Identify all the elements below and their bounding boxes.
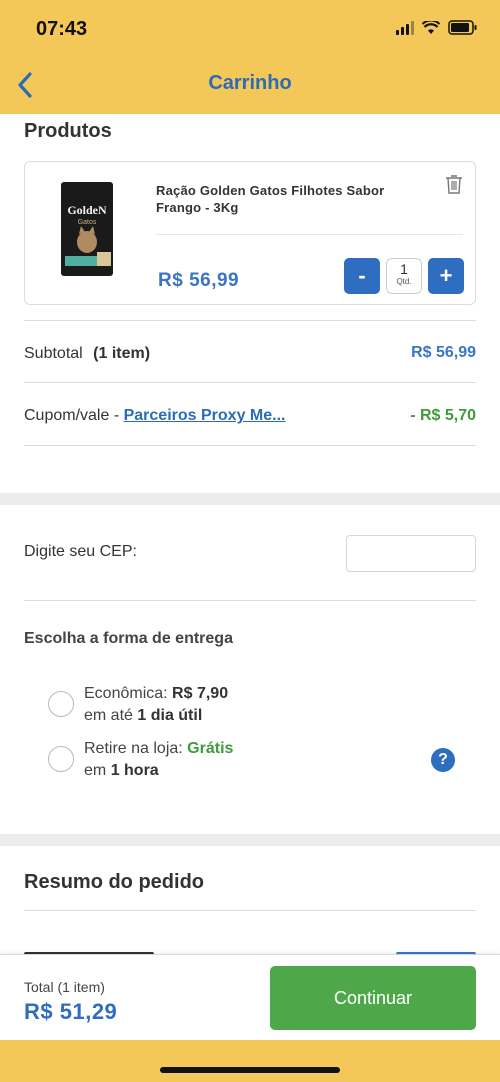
delete-item-button[interactable] — [445, 174, 463, 194]
coupon-label: Cupom/vale - — [24, 407, 120, 424]
home-indicator[interactable] — [160, 1067, 340, 1073]
quantity-value: 1 — [400, 261, 408, 277]
coupon-row: Cupom/vale - Parceiros Proxy Me... — [24, 407, 285, 425]
total-value: R$ 51,29 — [24, 999, 118, 1024]
status-bar: 07:43 — [0, 0, 500, 58]
delivery-option-price: R$ 7,90 — [172, 685, 229, 702]
divider — [24, 320, 476, 321]
delivery-economica-radio[interactable] — [48, 691, 74, 717]
delivery-option-time-prefix: em — [84, 762, 107, 779]
subtotal-row: Subtotal (1 item) — [24, 345, 150, 363]
product-card: GoldeN Gatos Ração Golden Gatos Filhotes… — [24, 161, 476, 305]
divider — [156, 234, 463, 235]
coupon-discount-value: - R$ 5,70 — [410, 407, 476, 424]
delivery-option-time: 1 hora — [110, 762, 159, 779]
page-title: Carrinho — [208, 72, 292, 94]
subtotal-count: (1 item) — [93, 345, 151, 362]
help-icon[interactable]: ? — [431, 748, 455, 772]
divider — [24, 382, 476, 383]
status-icons — [396, 20, 478, 35]
divider — [24, 445, 476, 446]
nav-bar: Carrinho — [0, 58, 500, 114]
delivery-option-time: 1 dia útil — [137, 707, 203, 724]
status-time: 07:43 — [36, 18, 88, 40]
battery-icon — [448, 20, 477, 35]
divider — [24, 600, 476, 601]
delivery-option-time-prefix: em até — [84, 707, 133, 724]
delivery-option-price: Grátis — [187, 740, 234, 757]
decrease-quantity-button[interactable]: - — [344, 258, 380, 294]
trash-icon — [446, 175, 462, 194]
quantity-label: Qtd. — [396, 277, 412, 286]
product-name[interactable]: Ração Golden Gatos Filhotes Sabor Frango… — [156, 182, 406, 216]
continue-button[interactable]: Continuar — [270, 966, 476, 1030]
cart-content[interactable]: Produtos GoldeN Gatos Ração Golden Gatos… — [0, 114, 500, 954]
product-image: GoldeN Gatos — [61, 182, 113, 276]
delivery-pickup-radio[interactable] — [48, 746, 74, 772]
subtotal-value: R$ 56,99 — [411, 344, 476, 361]
divider — [24, 910, 476, 911]
products-section-title: Produtos — [24, 120, 112, 142]
quantity-field[interactable]: 1 Qtd. — [386, 258, 422, 294]
increase-quantity-button[interactable]: + — [428, 258, 464, 294]
subtotal-label: Subtotal — [24, 345, 83, 362]
product-image-brand: GoldeN — [67, 203, 107, 217]
cep-label: Digite seu CEP: — [24, 543, 137, 560]
cellular-signal-icon — [396, 20, 414, 35]
delivery-option-economica[interactable]: Econômica: R$ 7,90 em até 1 dia útil — [84, 683, 228, 727]
checkout-footer: Total (1 item) R$ 51,29 Continuar — [0, 954, 500, 1040]
cep-input[interactable] — [346, 535, 476, 572]
delivery-title: Escolha a forma de entrega — [24, 630, 233, 647]
summary-section-title: Resumo do pedido — [24, 871, 204, 893]
coupon-link[interactable]: Parceiros Proxy Me... — [124, 407, 286, 424]
product-price: R$ 56,99 — [158, 270, 240, 291]
section-separator — [0, 493, 500, 505]
delivery-option-name: Econômica: — [84, 685, 168, 702]
wifi-icon — [422, 20, 440, 34]
home-indicator-area — [0, 1040, 500, 1082]
section-separator — [0, 834, 500, 846]
product-image-sub: Gatos — [78, 219, 97, 226]
delivery-option-name: Retire na loja: — [84, 740, 183, 757]
delivery-option-pickup[interactable]: Retire na loja: Grátis em 1 hora — [84, 738, 233, 782]
total-label: Total (1 item) — [24, 979, 105, 995]
